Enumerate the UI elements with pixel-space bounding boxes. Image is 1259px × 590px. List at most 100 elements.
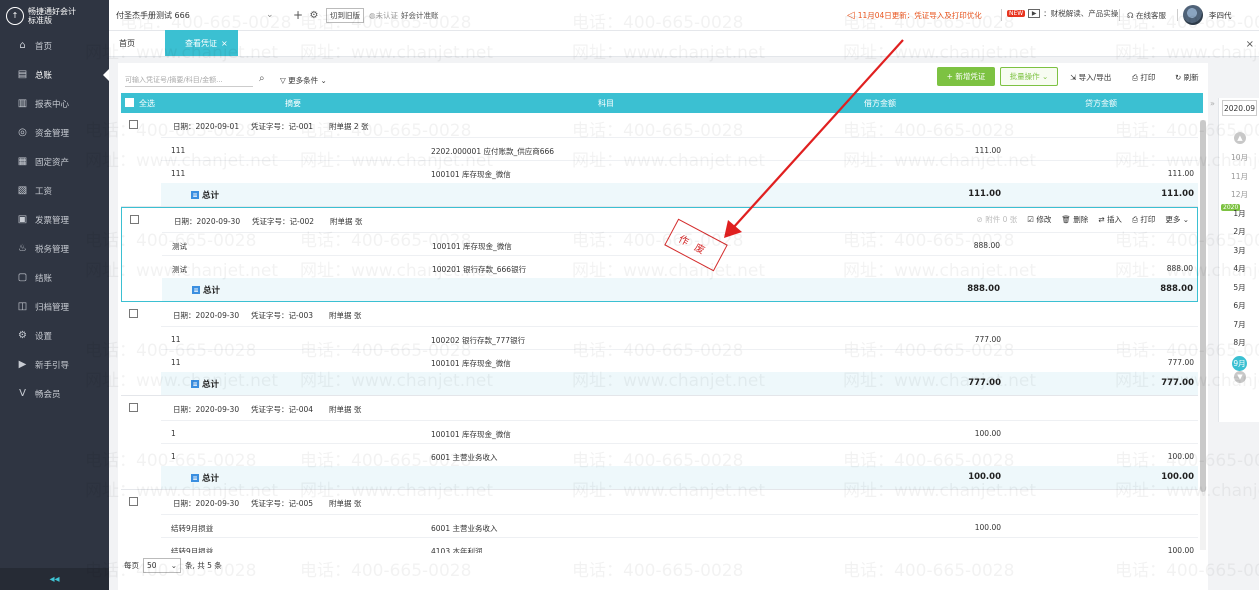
total-credit: 777.00 (1161, 378, 1194, 388)
voucher-line[interactable]: 结转9月损益 4103 本年利润 100.00 (161, 537, 1198, 553)
import-export-button[interactable]: ⇲ 导入/导出 (1070, 72, 1111, 83)
scrollbar-thumb[interactable] (1200, 120, 1206, 492)
sidebar-collapse-button[interactable]: ◂◂ (0, 568, 109, 590)
total-icon: ≡ (192, 286, 200, 294)
select-all-label[interactable]: 全选 (139, 98, 155, 109)
voucher-header: 日期：2020-09-30 凭证字号：记-002 附单据 张 ⊘ 附件 0 张 ☑ 修改… (122, 208, 1197, 232)
month-item[interactable]: 3月 (1219, 245, 1259, 256)
update-notice[interactable]: ◁ 11月04日更新：凭证导入及打印优化 (847, 10, 982, 21)
voucher-checkbox[interactable] (129, 403, 138, 412)
company-selector[interactable]: 付圣杰手册测试 666 (116, 10, 266, 21)
voucher-checkbox[interactable] (130, 215, 139, 224)
voucher-date: 日期：2020-09-01 (173, 122, 240, 131)
close-tab-icon[interactable]: × (221, 39, 228, 48)
insert-button[interactable]: ⇄ 插入 (1098, 214, 1122, 225)
month-item[interactable]: 6月 (1219, 300, 1259, 311)
sidebar-item-icon: ◎ (18, 127, 27, 138)
voucher-line[interactable]: 11 100101 库存现金_微信 777.00 (161, 349, 1198, 372)
line-debit: 100.00 (974, 523, 1001, 532)
batch-operation-button[interactable]: 批量操作 ⌄ (1000, 67, 1058, 86)
month-item[interactable]: 1月 (1219, 208, 1259, 219)
line-summary: 1 (171, 452, 176, 461)
logo-icon: ↑ (6, 6, 24, 25)
app-logo[interactable]: ↑ 畅捷通好会计 标准版 (0, 0, 109, 31)
voucher-card[interactable]: 日期：2020-09-30 凭证字号：记-002 附单据 张 ⊘ 附件 0 张 ☑ 修改… (121, 207, 1198, 302)
sidebar-item[interactable]: ♨ 税务管理 (0, 234, 109, 263)
user-menu[interactable]: 李四代 (1183, 5, 1232, 25)
period-display[interactable]: 2020.09 (1222, 100, 1257, 116)
sidebar-item[interactable]: ▢ 结账 (0, 263, 109, 292)
scroll-up-icon[interactable]: ▲ (1234, 132, 1246, 144)
voucher-line[interactable]: 111 2202.000001 应付账款_供应商666 111.00 (161, 137, 1198, 160)
voucher-line[interactable]: 1 100101 库存现金_微信 100.00 (161, 420, 1198, 443)
month-item-active[interactable]: 9月 (1219, 355, 1259, 371)
sidebar-item[interactable]: ▥ 报表中心 (0, 89, 109, 118)
sidebar-item[interactable]: ⚙ 设置 (0, 321, 109, 350)
line-summary: 111 (171, 169, 186, 178)
add-company-icon[interactable]: + (290, 8, 306, 22)
search-input[interactable] (125, 73, 253, 87)
more-button[interactable]: 更多 ⌄ (1165, 214, 1189, 225)
sidebar-item[interactable]: ▣ 发票管理 (0, 205, 109, 234)
month-item[interactable]: 4月 (1219, 263, 1259, 274)
page-size-select[interactable]: 50 ⌄ (143, 558, 181, 573)
voucher-card[interactable]: 日期：2020-09-01 凭证字号：记-001 附单据 2 张 111 2202.00… (121, 113, 1198, 207)
settings-icon[interactable]: ⚙ (306, 10, 322, 21)
month-item[interactable]: 10月 (1219, 152, 1259, 163)
voucher-line[interactable]: 1 6001 主营业务收入 100.00 (161, 443, 1198, 466)
line-account: 2202.000001 应付账款_供应商666 (431, 147, 555, 156)
attachment-link[interactable]: ⊘ 附件 0 张 (977, 214, 1018, 225)
line-account: 6001 主营业务收入 (431, 524, 498, 533)
voucher-checkbox[interactable] (129, 120, 138, 129)
voucher-total-row: ≡ 总计 100.00 100.00 (161, 466, 1198, 489)
voucher-panel: ⌕ ▽ 更多条件 ⌄ + 新增凭证 批量操作 ⌄ ⇲ 导入/导出 ⎙ 打印 ↻ … (118, 63, 1208, 590)
date-panel-collapse-icon[interactable]: » (1210, 99, 1215, 108)
sidebar-item[interactable]: ⌂ 首页 (0, 31, 109, 60)
close-all-tabs-icon[interactable]: × (1246, 39, 1254, 50)
sidebar-item[interactable]: ◎ 资金管理 (0, 118, 109, 147)
delete-button[interactable]: 🗑 删除 (1061, 214, 1088, 225)
video-icon: ▶ (1028, 9, 1041, 18)
sidebar-item-icon: ⚙ (18, 330, 27, 341)
sidebar-item[interactable]: ▦ 固定资产 (0, 147, 109, 176)
month-item[interactable]: 12月 (1219, 189, 1259, 200)
month-item[interactable]: 11月 (1219, 171, 1259, 182)
scroll-down-icon[interactable]: ▼ (1234, 371, 1246, 383)
voucher-card[interactable]: 日期：2020-09-30 凭证字号：记-003 附单据 张 11 100202 银行存… (121, 302, 1198, 396)
print-voucher-button[interactable]: ⎙ 打印 (1132, 214, 1155, 225)
switch-old-version-button[interactable]: 切到旧版 (326, 7, 364, 23)
search-icon[interactable]: ⌕ (259, 73, 265, 84)
cert-status[interactable]: ◍未认证 (369, 10, 398, 21)
sidebar-item[interactable]: ▶ 新手引导 (0, 350, 109, 379)
tab-view-voucher[interactable]: 查看凭证 × (165, 30, 238, 56)
voucher-checkbox[interactable] (129, 497, 138, 506)
sidebar-item[interactable]: ▧ 工资 (0, 176, 109, 205)
voucher-line[interactable]: 测试 100201 银行存款_666银行 888.00 (162, 255, 1197, 278)
more-filters-button[interactable]: ▽ 更多条件 ⌄ (280, 75, 327, 86)
refresh-button[interactable]: ↻ 刷新 (1175, 72, 1199, 83)
tab-home[interactable]: 首页 (109, 30, 145, 56)
month-item[interactable]: 8月 (1219, 337, 1259, 348)
new-voucher-button[interactable]: + 新增凭证 (937, 67, 995, 86)
voucher-card[interactable]: 日期：2020-09-30 凭证字号：记-004 附单据 张 1 100101 库存现金… (121, 396, 1198, 490)
print-button[interactable]: ⎙ 打印 (1132, 72, 1155, 83)
voucher-header: 日期：2020-09-30 凭证字号：记-005 附单据 张 (121, 490, 1198, 514)
sidebar-item[interactable]: ◫ 归档管理 (0, 292, 109, 321)
voucher-line[interactable]: 结转9月损益 6001 主营业务收入 100.00 (161, 514, 1198, 537)
total-icon: ≡ (191, 474, 199, 482)
voucher-line[interactable]: 11 100202 银行存款_777银行 777.00 (161, 326, 1198, 349)
online-service-link[interactable]: ☊ 在线客服 (1127, 10, 1166, 21)
video-tutorial-link[interactable]: NEW ▶ ：财税解读、产品实操 (1007, 8, 1118, 19)
sidebar-item[interactable]: ▤ 总账 (0, 60, 109, 89)
sidebar-item[interactable]: V 畅会员 (0, 379, 109, 408)
voucher-card[interactable]: 日期：2020-09-30 凭证字号：记-005 附单据 张结转9月损益 6001 主… (121, 490, 1198, 553)
chevron-down-icon[interactable]: ⌄ (266, 10, 286, 20)
month-item[interactable]: 2月 (1219, 226, 1259, 237)
month-item[interactable]: 5月 (1219, 282, 1259, 293)
edit-button[interactable]: ☑ 修改 (1027, 214, 1051, 225)
scrollbar[interactable] (1200, 120, 1206, 550)
select-all-checkbox[interactable] (125, 98, 134, 107)
month-item[interactable]: 7月 (1219, 319, 1259, 330)
voucher-checkbox[interactable] (129, 309, 138, 318)
voucher-line[interactable]: 111 100101 库存现金_微信 111.00 (161, 160, 1198, 183)
